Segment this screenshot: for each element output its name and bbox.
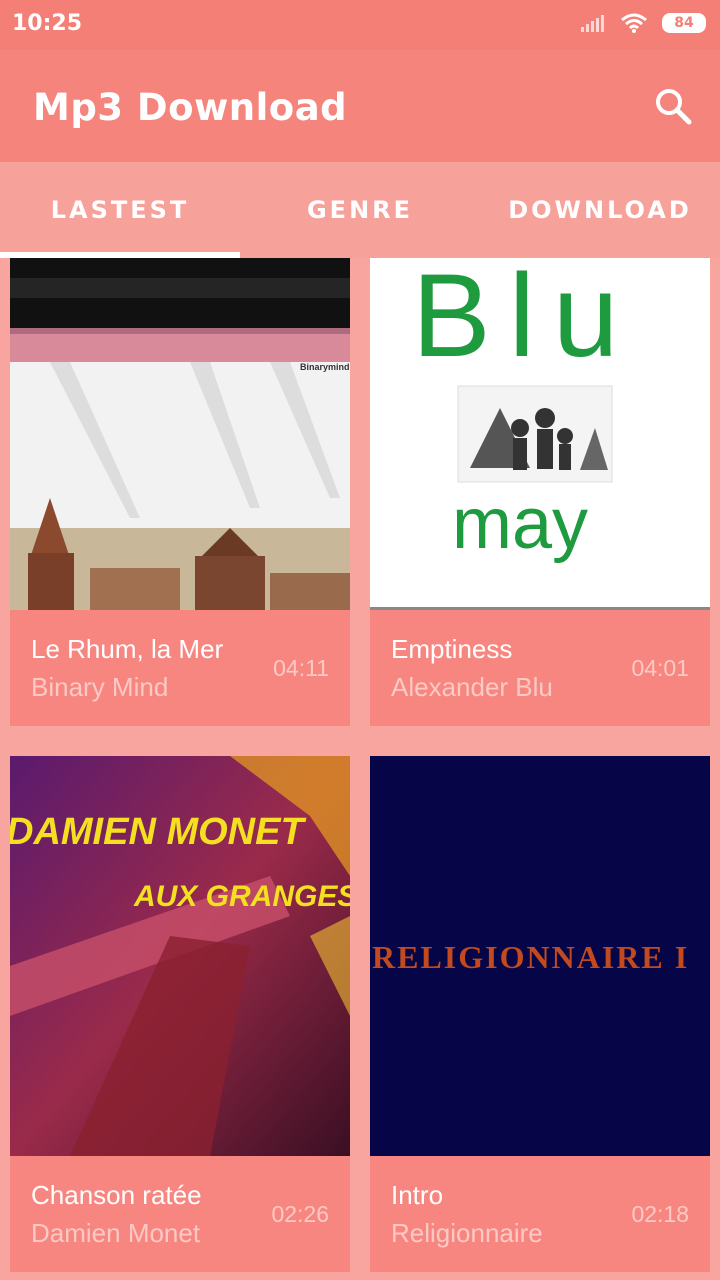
- song-grid: Binarymind Le Rhum, la Mer Binary Mind 0…: [0, 258, 720, 1280]
- tab-label: LASTEST: [50, 196, 190, 224]
- song-card[interactable]: RELIGIONNAIRE I Intro Religionnaire 02:1…: [370, 756, 710, 1280]
- song-info: Intro Religionnaire 02:18: [370, 1156, 710, 1272]
- tab-label: GENRE: [306, 196, 414, 224]
- song-artist: Binary Mind: [31, 672, 169, 702]
- song-info: Le Rhum, la Mer Binary Mind 04:11: [10, 610, 350, 726]
- tab-label: DOWNLOAD: [508, 196, 692, 224]
- song-card[interactable]: Blu may Emptiness Alexander Blu 04:01: [370, 258, 710, 726]
- album-art: Blu may: [370, 258, 710, 610]
- cover-text: AUX GRANGES: [133, 880, 350, 913]
- cover-text: may: [452, 484, 588, 564]
- app-bar: Mp3 Download: [0, 50, 720, 162]
- song-card[interactable]: Binarymind Le Rhum, la Mer Binary Mind 0…: [10, 258, 350, 726]
- song-title: Le Rhum, la Mer: [31, 634, 224, 664]
- song-duration: 04:01: [631, 655, 689, 681]
- wifi-icon: [621, 13, 647, 33]
- song-artist: Religionnaire: [391, 1218, 543, 1248]
- cover-text: RELIGIONNAIRE I: [372, 939, 689, 975]
- song-artist: Damien Monet: [31, 1218, 201, 1248]
- status-time: 10:25: [12, 11, 83, 36]
- tab-download[interactable]: DOWNLOAD: [480, 162, 720, 258]
- battery-level: 84: [674, 15, 694, 31]
- status-bar: 10:25 84: [0, 0, 720, 50]
- song-title: Emptiness: [391, 634, 513, 664]
- song-card[interactable]: DAMIEN MONET AUX GRANGES Chanson ratée D…: [10, 756, 350, 1280]
- album-art: Binarymind: [10, 258, 350, 610]
- album-art: RELIGIONNAIRE I: [370, 756, 710, 1156]
- app-title: Mp3 Download: [33, 86, 348, 129]
- cover-text: Blu: [412, 258, 637, 382]
- tab-genre[interactable]: GENRE: [240, 162, 480, 258]
- battery-icon: 84: [662, 13, 706, 33]
- tab-lastest[interactable]: LASTEST: [0, 162, 240, 258]
- tab-bar: LASTEST GENRE DOWNLOAD: [0, 162, 720, 258]
- search-icon[interactable]: [654, 87, 692, 125]
- signal-icon: [581, 15, 604, 32]
- song-artist: Alexander Blu: [391, 672, 553, 702]
- song-duration: 04:11: [273, 655, 329, 681]
- song-info: Emptiness Alexander Blu 04:01: [370, 610, 710, 726]
- song-title: Chanson ratée: [31, 1180, 202, 1210]
- status-icons: 84: [580, 12, 706, 34]
- album-art: DAMIEN MONET AUX GRANGES: [10, 756, 350, 1156]
- cover-text: DAMIEN MONET: [10, 811, 306, 853]
- song-title: Intro: [391, 1180, 444, 1210]
- song-info: Chanson ratée Damien Monet 02:26: [10, 1156, 350, 1272]
- song-duration: 02:26: [271, 1201, 329, 1227]
- song-duration: 02:18: [631, 1201, 689, 1227]
- cover-text: Binarymind: [300, 362, 350, 372]
